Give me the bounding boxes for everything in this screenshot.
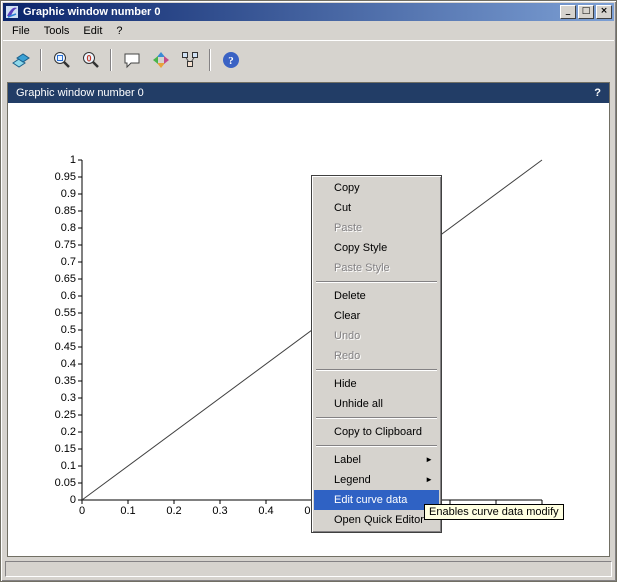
context-menu-item-hide[interactable]: Hide	[314, 374, 439, 394]
context-menu-item-label: Edit curve data	[334, 494, 407, 506]
menu-separator	[316, 445, 437, 447]
y-tick-label: 0.35	[44, 375, 76, 387]
menu-help[interactable]: ?	[109, 23, 129, 39]
toolbar-separator	[209, 49, 211, 71]
y-tick-label: 0.65	[44, 273, 76, 285]
y-tick-label: 0.95	[44, 171, 76, 183]
context-menu-item-label: Clear	[334, 310, 360, 322]
context-menu-item-copy-style[interactable]: Copy Style	[314, 238, 439, 258]
speech-bubble-icon[interactable]	[118, 46, 145, 73]
y-tick-label: 0.4	[44, 358, 76, 370]
svg-text:?: ?	[228, 55, 234, 67]
context-menu-item-label[interactable]: Label ►	[314, 450, 439, 470]
context-menu-item-paste-style[interactable]: Paste Style	[314, 258, 439, 278]
y-tick-label: 0.9	[44, 188, 76, 200]
dock-bar: Graphic window number 0 ?	[8, 83, 609, 103]
y-tick-label: 0.7	[44, 256, 76, 268]
y-tick-label: 0.6	[44, 290, 76, 302]
minimize-button[interactable]: _	[560, 5, 576, 19]
context-menu-item-label: Label	[334, 454, 361, 466]
menu-edit[interactable]: Edit	[76, 23, 109, 39]
x-tick-label: 0	[68, 505, 96, 517]
y-tick-label: 0.75	[44, 239, 76, 251]
context-menu-item-undo[interactable]: Undo	[314, 326, 439, 346]
y-tick-label: 0.05	[44, 477, 76, 489]
context-menu-item-delete[interactable]: Delete	[314, 286, 439, 306]
y-tick-label: 0.8	[44, 222, 76, 234]
y-tick-label: 0.85	[44, 205, 76, 217]
context-menu-item-unhide-all[interactable]: Unhide all	[314, 394, 439, 414]
y-tick-label: 0.5	[44, 324, 76, 336]
context-menu-item-label: Copy	[334, 182, 360, 194]
zoom-area-icon[interactable]	[48, 46, 75, 73]
dock-help-icon[interactable]: ?	[594, 87, 601, 99]
y-tick-label: 0.45	[44, 341, 76, 353]
y-tick-label: 0.25	[44, 409, 76, 421]
y-tick-label: 1	[44, 154, 76, 166]
context-menu-item-label: Cut	[334, 202, 351, 214]
close-button[interactable]: ×	[596, 5, 612, 19]
submenu-arrow-icon: ►	[425, 450, 433, 470]
tooltip: Enables curve data modify	[424, 504, 564, 520]
context-menu-item-redo[interactable]: Redo	[314, 346, 439, 366]
plot-canvas[interactable]: Copy Cut Paste Copy Style Paste Style Delete C…	[8, 103, 609, 556]
dock-title: Graphic window number 0	[16, 87, 144, 99]
plot-svg	[8, 103, 609, 556]
menu-bar: FileToolsEdit?	[3, 21, 614, 40]
graph-editor-icon[interactable]	[176, 46, 203, 73]
rotation-icon[interactable]	[147, 46, 174, 73]
x-tick-label: 0.3	[206, 505, 234, 517]
toolbar-separator	[110, 49, 112, 71]
original-view-icon[interactable]: 0	[77, 46, 104, 73]
client-area: Graphic window number 0 ? CopyCutPasteCo…	[7, 82, 610, 557]
stacked-sheets-icon[interactable]	[7, 46, 34, 73]
context-menu-item-edit-curve-data[interactable]: Edit curve data	[314, 490, 439, 510]
context-menu-item-copy[interactable]: Copy	[314, 178, 439, 198]
context-menu-item-label: Paste Style	[334, 262, 390, 274]
context-menu-item-legend[interactable]: Legend ►	[314, 470, 439, 490]
menu-file[interactable]: File	[5, 23, 37, 39]
menu-tools[interactable]: Tools	[37, 23, 77, 39]
x-tick-label: 0.4	[252, 505, 280, 517]
y-tick-label: 0.15	[44, 443, 76, 455]
context-menu-item-label: Delete	[334, 290, 366, 302]
submenu-arrow-icon: ►	[425, 470, 433, 490]
context-menu-item-label: Unhide all	[334, 398, 383, 410]
menu-separator	[316, 369, 437, 371]
context-menu-item-paste[interactable]: Paste	[314, 218, 439, 238]
x-tick-label: 0.2	[160, 505, 188, 517]
context-menu-item-label: Copy to Clipboard	[334, 426, 422, 438]
context-menu-item-label: Legend	[334, 474, 371, 486]
context-menu-item-clear[interactable]: Clear	[314, 306, 439, 326]
context-menu: Copy Cut Paste Copy Style Paste Style Delete C…	[311, 175, 442, 533]
toolbar: 0?	[3, 40, 614, 78]
context-menu-item-label: Copy Style	[334, 242, 387, 254]
context-menu-item-label: Paste	[334, 222, 362, 234]
toolbar-separator	[40, 49, 42, 71]
context-menu-item-label: Redo	[334, 350, 360, 362]
window-controls: _ □ ×	[560, 5, 612, 19]
context-menu-item-open-quick-editor[interactable]: Open Quick Editor	[314, 510, 439, 530]
window-title: Graphic window number 0	[23, 6, 556, 18]
maximize-button[interactable]: □	[578, 5, 594, 19]
x-tick-label: 0.1	[114, 505, 142, 517]
context-menu-item-copy-to-clipboard[interactable]: Copy to Clipboard	[314, 422, 439, 442]
context-menu-item-cut[interactable]: Cut	[314, 198, 439, 218]
title-bar: Graphic window number 0 _ □ ×	[3, 3, 614, 21]
help-icon[interactable]: ?	[217, 46, 244, 73]
y-tick-label: 0.2	[44, 426, 76, 438]
y-tick-label: 0.1	[44, 460, 76, 472]
status-bar	[5, 561, 612, 577]
context-menu-item-label: Hide	[334, 378, 357, 390]
menu-separator	[316, 281, 437, 283]
menu-separator	[316, 417, 437, 419]
app-window: Graphic window number 0 _ □ × FileToolsE…	[0, 0, 617, 582]
context-menu-item-label: Open Quick Editor	[334, 514, 424, 526]
svg-text:0: 0	[86, 53, 91, 63]
app-icon	[5, 5, 19, 19]
y-tick-label: 0.3	[44, 392, 76, 404]
context-menu-item-label: Undo	[334, 330, 360, 342]
y-tick-label: 0.55	[44, 307, 76, 319]
